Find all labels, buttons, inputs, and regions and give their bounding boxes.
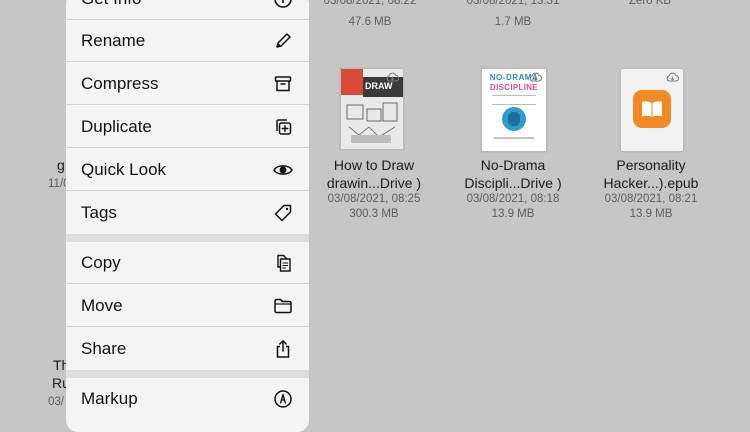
file-size: 47.6 MB: [348, 16, 392, 28]
tag-icon: [273, 203, 293, 223]
folder-icon: [273, 296, 293, 316]
cloud-icon: [386, 72, 399, 82]
menu-item-compress[interactable]: Compress: [66, 63, 309, 105]
file-date: 03/08/2021, 08:22: [323, 0, 417, 7]
file-date: 03/08/2021, 08:18: [466, 193, 560, 205]
epub-file-thumbnail[interactable]: [620, 68, 684, 152]
file-size: 13.9 MB: [629, 208, 673, 220]
file-name-line1: No-Drama: [480, 157, 546, 173]
menu-item-quick-look[interactable]: Quick Look: [66, 149, 309, 191]
menu-item-label: Rename: [81, 30, 146, 50]
menu-item-label: Share: [81, 339, 127, 358]
menu-item-tags[interactable]: Tags: [66, 192, 309, 234]
menu-item-label: Quick Look: [81, 159, 167, 179]
menu-item-move[interactable]: Move: [66, 285, 309, 327]
file-name-line2: Discipli...Drive ): [464, 175, 562, 191]
menu-item-label: Move: [81, 295, 123, 315]
file-item-how-to-draw[interactable]: How to Draw drawin...Drive ) 03/08/2021,…: [314, 156, 434, 222]
menu-item-share[interactable]: Share: [66, 328, 309, 370]
pencil-icon: [273, 31, 293, 51]
file-size: Zero KB: [628, 0, 672, 7]
cover-sketch-drawing: [346, 102, 398, 143]
menu-separator: [66, 234, 309, 242]
cover-subtitle-lines: [492, 95, 536, 105]
cover-title-line2: DISCIPLINE: [490, 83, 538, 92]
menu-item-label: Compress: [81, 73, 159, 93]
file-item-top-1[interactable]: 03/08/2021, 08:22 47.6 MB: [320, 0, 420, 30]
menu-item-duplicate[interactable]: Duplicate: [66, 106, 309, 148]
left-file-date-partial-2: 03/: [48, 396, 64, 408]
file-item-top-3[interactable]: Zero KB: [610, 0, 690, 9]
menu-separator: [66, 370, 309, 378]
open-book-icon: [642, 101, 662, 117]
eye-icon: [273, 160, 293, 180]
file-item-top-2[interactable]: 03/08/2021, 13:31 1.7 MB: [463, 0, 563, 30]
markup-pen-icon: [273, 389, 293, 409]
books-app-icon: [633, 90, 671, 128]
file-date: 03/08/2021, 08:21: [604, 193, 698, 205]
menu-item-get-info[interactable]: Get Info: [66, 0, 309, 20]
cover-title-text: DRAW: [365, 81, 393, 91]
copy-document-icon: [273, 253, 293, 273]
share-icon: [273, 339, 293, 359]
file-name-line2: drawin...Drive ): [326, 175, 422, 191]
file-item-personality-hacker[interactable]: Personality Hacker...).epub 03/08/2021, …: [591, 156, 711, 222]
cover-author-line: [494, 137, 534, 139]
file-name-line1: How to Draw: [333, 157, 415, 173]
context-menu: Get Info Rename Compress Duplicate Quick…: [66, 0, 309, 432]
file-date: 03/08/2021, 08:25: [327, 193, 421, 205]
menu-item-label: Markup: [81, 389, 138, 408]
book-cover-no-drama-discipline[interactable]: NO-DRAMA DISCIPLINE: [481, 68, 547, 152]
menu-item-copy[interactable]: Copy: [66, 242, 309, 284]
info-circle-icon: [273, 0, 293, 9]
menu-item-label: Copy: [81, 252, 121, 272]
duplicate-plus-icon: [273, 117, 293, 137]
menu-item-rename[interactable]: Rename: [66, 20, 309, 62]
cloud-icon: [529, 72, 542, 82]
file-size: 300.3 MB: [349, 208, 399, 220]
archive-box-icon: [273, 74, 293, 94]
menu-item-label: Get Info: [81, 0, 141, 9]
file-item-no-drama[interactable]: No-Drama Discipli...Drive ) 03/08/2021, …: [453, 156, 573, 222]
left-file-name-partial: g: [57, 157, 65, 173]
file-name-line1: Personality: [616, 157, 686, 173]
menu-item-label: Duplicate: [81, 116, 152, 136]
book-cover-how-to-draw[interactable]: DRAW: [340, 68, 404, 150]
menu-item-markup[interactable]: Markup: [66, 378, 309, 420]
file-size: 1.7 MB: [494, 16, 532, 28]
file-size: 13.9 MB: [491, 208, 535, 220]
cover-red-band: [341, 69, 363, 95]
file-date: 03/08/2021, 13:31: [466, 0, 560, 7]
file-name-line2: Hacker...).epub: [603, 175, 699, 191]
cloud-icon: [666, 72, 679, 82]
cover-globe-inner: [508, 112, 520, 126]
menu-item-label: Tags: [81, 203, 117, 222]
